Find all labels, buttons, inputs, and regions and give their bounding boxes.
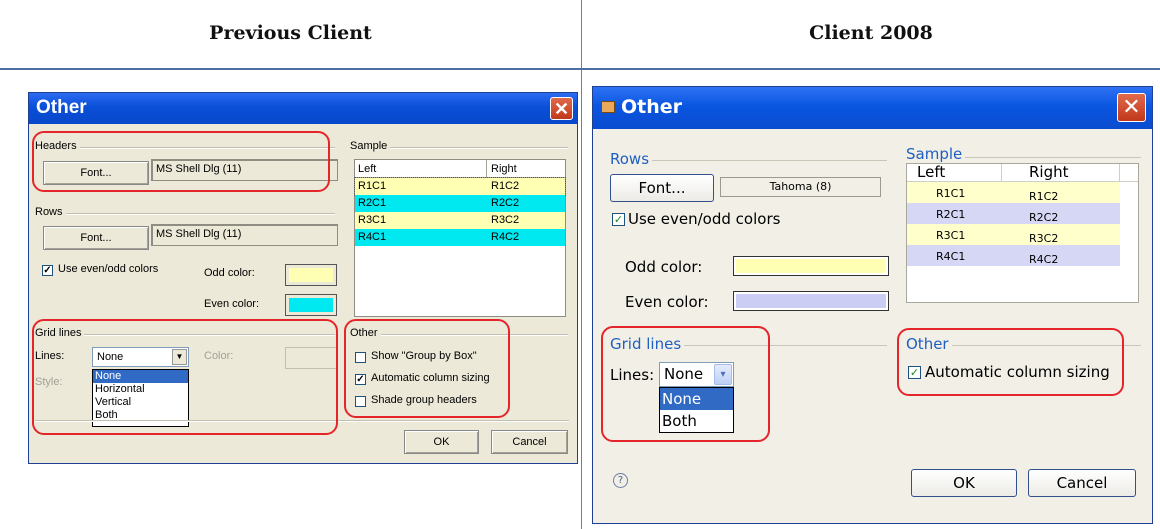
close-icon: ✕ [553,99,570,119]
old-odd-color-label: Odd color: [204,267,255,279]
new-odd-color-label: Odd color: [625,258,703,276]
old-headers-highlight [32,131,330,192]
new-odd-color-swatch[interactable] [733,256,889,276]
new-rows-group-label: Rows [610,150,653,168]
header-divider [0,68,1160,70]
new-sample-group-label: Sample [906,145,966,163]
old-grid-lines-highlight [32,319,338,435]
new-sample-cell: R1C2 [1029,190,1059,203]
new-sample-cell: R4C2 [1029,253,1059,266]
old-ok-button[interactable]: OK [404,430,479,454]
old-sample-col-divider [486,160,487,177]
app-icon [601,101,615,113]
rows-group-rule [35,213,335,215]
new-even-color-label: Even color: [625,293,709,311]
old-sample-cell: R3C1 [358,214,387,226]
old-title-bar: Other ✕ [29,93,577,124]
new-sample-cell: R1C1 [936,187,966,200]
old-sample-row: R2C1 R2C2 [355,195,565,212]
old-cancel-button[interactable]: Cancel [491,430,568,454]
client-2008-heading: Client 2008 [809,22,933,44]
new-sample-cell: R4C1 [936,250,966,263]
new-title-bar: Other ✕ [593,87,1152,129]
old-close-button[interactable]: ✕ [550,97,573,120]
old-sample-col-right: Right [491,163,517,175]
old-dialog-title: Other [36,97,87,118]
old-sample-row: R4C1 R4C2 [355,229,565,246]
new-sample-row: R2C1 R2C2 [907,203,1120,224]
old-sample-cell: R1C2 [491,180,520,192]
new-sample-cell: R3C2 [1029,232,1059,245]
new-dialog-title: Other [621,96,683,118]
new-sample-cell: R3C1 [936,229,966,242]
old-sample-group-label: Sample [350,140,391,152]
new-sample-header: Left Right [907,163,1138,182]
new-even-odd-checkbox[interactable]: ✓ [612,213,625,226]
old-sample-cell: R2C2 [491,197,520,209]
new-grid-lines-highlight [601,326,770,442]
old-sample-cell: R2C1 [358,197,387,209]
rows-font-button[interactable]: Font... [43,226,149,250]
old-sample-col-left: Left [358,163,377,175]
new-sample-col-divider [1001,164,1002,181]
old-sample-cell: R1C1 [358,180,387,192]
old-sample-cell: R4C1 [358,231,387,243]
new-sample-row: R4C1 R4C2 [907,245,1120,266]
rows-font-field: MS Shell Dlg (11) [151,224,338,246]
help-icon[interactable]: ? [613,473,628,488]
old-sample-row: R1C1 R1C2 [354,177,566,196]
new-sample-row: R3C1 R3C2 [907,224,1120,245]
column-divider [581,0,582,529]
old-even-odd-label: Use even/odd colors [58,263,159,275]
old-other-highlight [344,319,510,418]
new-rows-font-field: Tahoma (8) [720,177,881,197]
old-even-color-label: Even color: [204,298,260,310]
new-rows-font-button[interactable]: Font... [610,174,714,202]
close-icon: ✕ [1122,95,1141,120]
new-sample-row: R1C1 R1C2 [907,182,1120,203]
old-sample-table: Left Right R1C1 R1C2 R2C1 R2C2 R3C1 R3C2… [354,159,566,317]
new-other-dialog: Other ✕ Rows Font... Tahoma (8) ✓ Use ev… [592,86,1153,524]
old-sample-row: R3C1 R3C2 [355,212,565,229]
new-sample-cell: R2C2 [1029,211,1059,224]
new-sample-col-right: Right [1029,163,1069,181]
rows-group-label: Rows [35,206,66,218]
new-sample-table: Left Right R1C1 R1C2 R2C1 R2C2 R3C1 R3C2… [906,163,1139,303]
new-even-odd-label: Use even/odd colors [628,210,781,228]
old-sample-cell: R4C2 [491,231,520,243]
old-sample-cell: R3C2 [491,214,520,226]
old-even-odd-checkbox[interactable]: ✓ [42,265,53,276]
new-close-button[interactable]: ✕ [1117,93,1146,122]
new-sample-col-divider [1119,164,1120,181]
new-even-color-swatch[interactable] [733,291,889,311]
help-glyph: ? [617,475,624,486]
new-other-highlight [897,328,1124,396]
previous-client-heading: Previous Client [209,22,372,44]
new-ok-button[interactable]: OK [911,469,1017,497]
new-sample-cell: R2C1 [936,208,966,221]
new-sample-col-left: Left [917,163,946,181]
old-sample-header: Left Right [355,160,565,178]
old-even-color-swatch[interactable] [285,294,337,316]
old-odd-color-swatch[interactable] [285,264,337,286]
new-cancel-button[interactable]: Cancel [1028,469,1136,497]
